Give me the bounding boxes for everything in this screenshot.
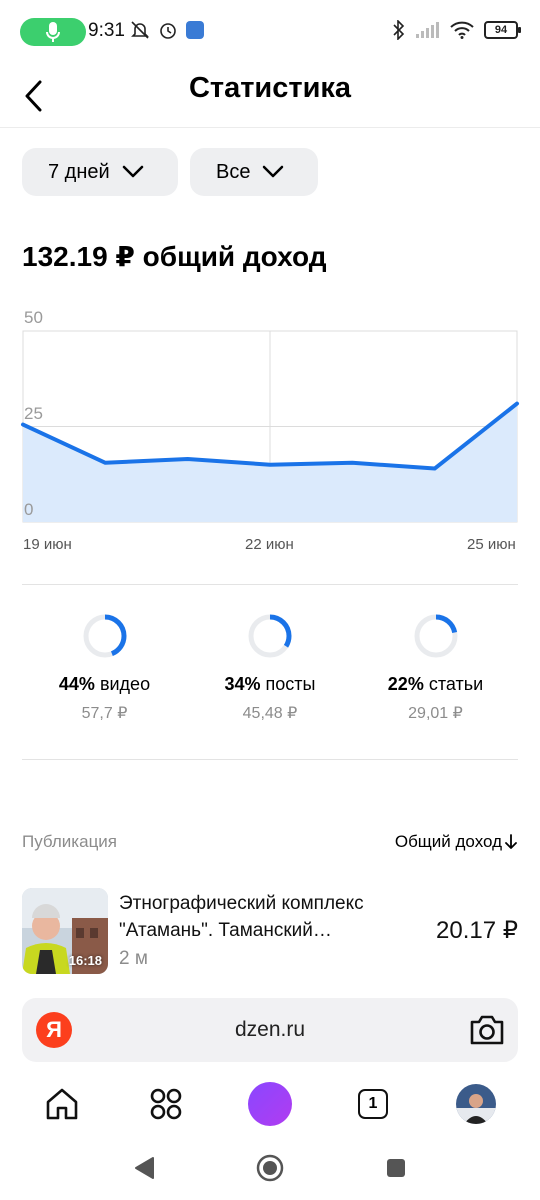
wifi-icon (450, 21, 474, 39)
x-tick-label: 25 июн (467, 536, 516, 553)
profile-button[interactable] (454, 1082, 498, 1126)
browser-address-bar[interactable]: Я dzen.ru (22, 998, 518, 1062)
arrow-down-icon (505, 834, 517, 849)
circle-home-icon (256, 1154, 284, 1182)
chevron-down-icon (122, 165, 143, 178)
publication-row[interactable]: 16:18 Этнографический комплекс "Атамань"… (22, 888, 518, 974)
total-income: 132.19 ₽ общий доход (22, 241, 327, 272)
sort-label: Общий доход (394, 832, 502, 851)
video-duration: 16:18 (68, 953, 102, 968)
period-filter-label: 7 дней (48, 160, 110, 183)
app-header: Статистика (0, 64, 540, 128)
content-type-filter-label: Все (216, 160, 251, 183)
triangle-back-icon (135, 1157, 154, 1179)
ring-progress-icon (83, 614, 126, 658)
square-recents-icon (387, 1159, 405, 1177)
breakdown-percent: 22% (387, 674, 424, 694)
ring-progress-icon (248, 614, 292, 658)
breakdown-label: посты (265, 674, 316, 694)
breakdown-percent: 44% (58, 674, 95, 694)
breakdown-percent: 34% (224, 674, 261, 694)
filter-bar: 7 дней Все (22, 148, 318, 196)
y-tick-label: 25 (24, 404, 43, 423)
app-notification-icon (186, 21, 204, 39)
publication-title: Этнографический комплекс "Атамань". Тама… (119, 890, 419, 944)
tabs-count-icon: 1 (358, 1089, 388, 1119)
breakdown-amount: 45,48 ₽ (242, 705, 298, 722)
period-filter-dropdown[interactable]: 7 дней (22, 148, 178, 196)
alarm-icon (160, 23, 176, 39)
system-back-button[interactable] (130, 1154, 158, 1182)
signal-icon (416, 22, 439, 38)
grid-icon (150, 1088, 182, 1120)
bluetooth-icon (393, 20, 405, 40)
section-divider (22, 759, 518, 760)
microphone-icon (46, 22, 60, 42)
camera-search-button[interactable] (468, 1012, 506, 1048)
mic-active-indicator[interactable] (20, 18, 86, 46)
publication-income: 20.17 ₽ (436, 917, 518, 944)
publication-column-label: Публикация (22, 832, 118, 851)
camera-icon (470, 1015, 504, 1045)
income-breakdown: 44% видео 57,7 ₽ 34% посты 45,48 ₽ 22% с… (22, 612, 518, 723)
breakdown-posts[interactable]: 34% посты 45,48 ₽ (188, 612, 353, 723)
clock: 9:31 (88, 20, 125, 41)
publication-title-line: "Атамань". Таманский… (119, 920, 332, 941)
breakdown-label: статьи (428, 674, 484, 694)
avatar (456, 1084, 496, 1124)
publication-title-line: Этнографический комплекс (119, 893, 364, 914)
system-navigation-bar (0, 1140, 540, 1200)
page-title: Статистика (188, 72, 352, 104)
sort-by-income-button[interactable]: Общий доход (395, 832, 518, 852)
x-tick-label: 22 июн (245, 536, 294, 553)
breakdown-video[interactable]: 44% видео 57,7 ₽ (22, 612, 187, 723)
x-tick-label: 19 июн (23, 536, 72, 553)
ring-progress-icon (414, 614, 457, 658)
system-home-button[interactable] (256, 1154, 284, 1182)
system-recents-button[interactable] (382, 1154, 410, 1182)
breakdown-amount: 57,7 ₽ (81, 705, 128, 722)
battery-indicator: 94 (484, 21, 521, 39)
publications-header: Публикация Общий доход (22, 832, 518, 852)
publication-age: 2 м (119, 948, 148, 969)
section-divider (22, 584, 518, 585)
video-thumbnail[interactable]: 16:18 (22, 888, 108, 974)
home-button[interactable] (40, 1082, 84, 1126)
status-bar: 9:31 94 (0, 0, 540, 64)
breakdown-label: видео (99, 674, 151, 694)
y-tick-label: 50 (24, 308, 43, 327)
breakdown-articles[interactable]: 22% статьи 29,01 ₽ (353, 612, 518, 723)
income-chart-plot (21, 330, 519, 523)
breakdown-amount: 29,01 ₽ (408, 705, 463, 722)
tabs-button[interactable]: 1 (351, 1082, 395, 1126)
mute-icon (131, 21, 149, 39)
alice-icon (248, 1082, 292, 1126)
url-text[interactable]: dzen.ru (22, 1018, 518, 1042)
alice-assistant-button[interactable] (248, 1082, 292, 1126)
content-type-filter-dropdown[interactable]: Все (190, 148, 318, 196)
services-button[interactable] (144, 1082, 188, 1126)
bottom-navigation: 1 (0, 1072, 540, 1136)
chevron-down-icon (263, 165, 284, 178)
home-icon (46, 1088, 78, 1120)
y-tick-label: 0 (24, 500, 34, 519)
income-chart: 50 25 0 19 июн 22 июн 25 июн (0, 300, 540, 570)
